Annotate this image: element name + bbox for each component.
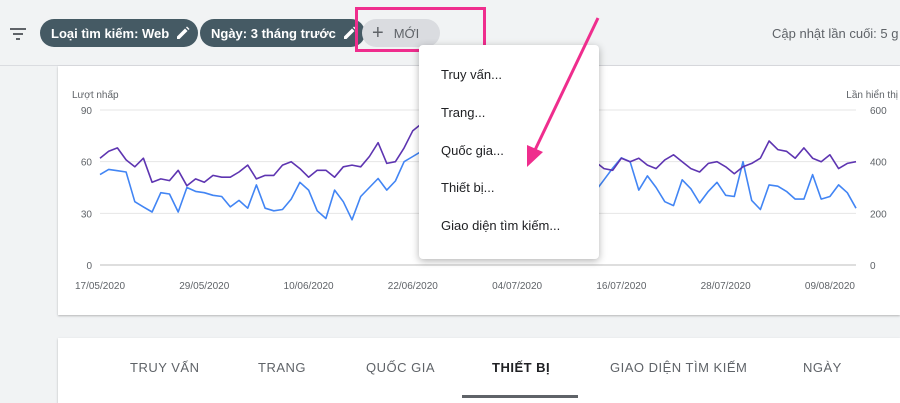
- left-tick-label: 0: [86, 261, 92, 272]
- tab-devices[interactable]: THIẾT BỊ: [492, 360, 550, 375]
- right-tick-label: 600: [870, 106, 887, 117]
- search-type-chip[interactable]: Loại tìm kiếm: Web: [40, 19, 199, 47]
- x-tick-label: 04/07/2020: [492, 281, 542, 292]
- new-filter-menu: Truy vấn... Trang... Quốc gia... Thiết b…: [419, 45, 599, 259]
- right-tick-label: 200: [870, 209, 887, 220]
- last-updated-text: Cập nhật lần cuối: 5 g: [772, 26, 899, 41]
- tab-countries[interactable]: QUỐC GIA: [366, 360, 435, 375]
- right-tick-label: 0: [870, 261, 876, 272]
- right-tick-label: 400: [870, 158, 887, 169]
- left-tick-label: 30: [81, 209, 93, 220]
- tab-dates[interactable]: NGÀY: [803, 360, 842, 375]
- menu-item-search-appearance[interactable]: Giao diện tìm kiếm...: [441, 218, 560, 233]
- menu-item-query[interactable]: Truy vấn...: [441, 67, 502, 82]
- x-tick-label: 28/07/2020: [701, 281, 751, 292]
- date-chip[interactable]: Ngày: 3 tháng trước: [200, 19, 365, 47]
- x-tick-label: 29/05/2020: [179, 281, 229, 292]
- x-tick-label: 17/05/2020: [75, 281, 125, 292]
- x-tick-label: 22/06/2020: [388, 281, 438, 292]
- tab-pages[interactable]: TRANG: [258, 360, 306, 375]
- chip-label: Loại tìm kiếm: Web: [51, 25, 170, 41]
- left-tick-label: 60: [81, 158, 93, 169]
- menu-item-device[interactable]: Thiết bị...: [441, 180, 494, 195]
- chip-label: Ngày: 3 tháng trước: [211, 25, 336, 41]
- x-tick-label: 10/06/2020: [284, 281, 334, 292]
- menu-item-page[interactable]: Trang...: [441, 105, 485, 120]
- menu-item-country[interactable]: Quốc gia...: [441, 143, 504, 158]
- active-tab-indicator: [462, 395, 578, 398]
- left-axis-label: Lượt nhấp: [72, 89, 119, 101]
- right-axis-label: Lần hiển thị: [846, 89, 898, 101]
- dimension-tabs: TRUY VẤN TRANG QUỐC GIA THIẾT BỊ GIAO DI…: [58, 338, 900, 403]
- x-tick-label: 16/07/2020: [596, 281, 646, 292]
- pencil-icon: [177, 26, 190, 39]
- left-tick-label: 90: [81, 106, 93, 117]
- filter-icon[interactable]: [8, 24, 28, 44]
- tab-queries[interactable]: TRUY VẤN: [130, 360, 200, 375]
- tab-search-appearance[interactable]: GIAO DIỆN TÌM KIẾM: [610, 360, 747, 375]
- x-tick-label: 09/08/2020: [805, 281, 855, 292]
